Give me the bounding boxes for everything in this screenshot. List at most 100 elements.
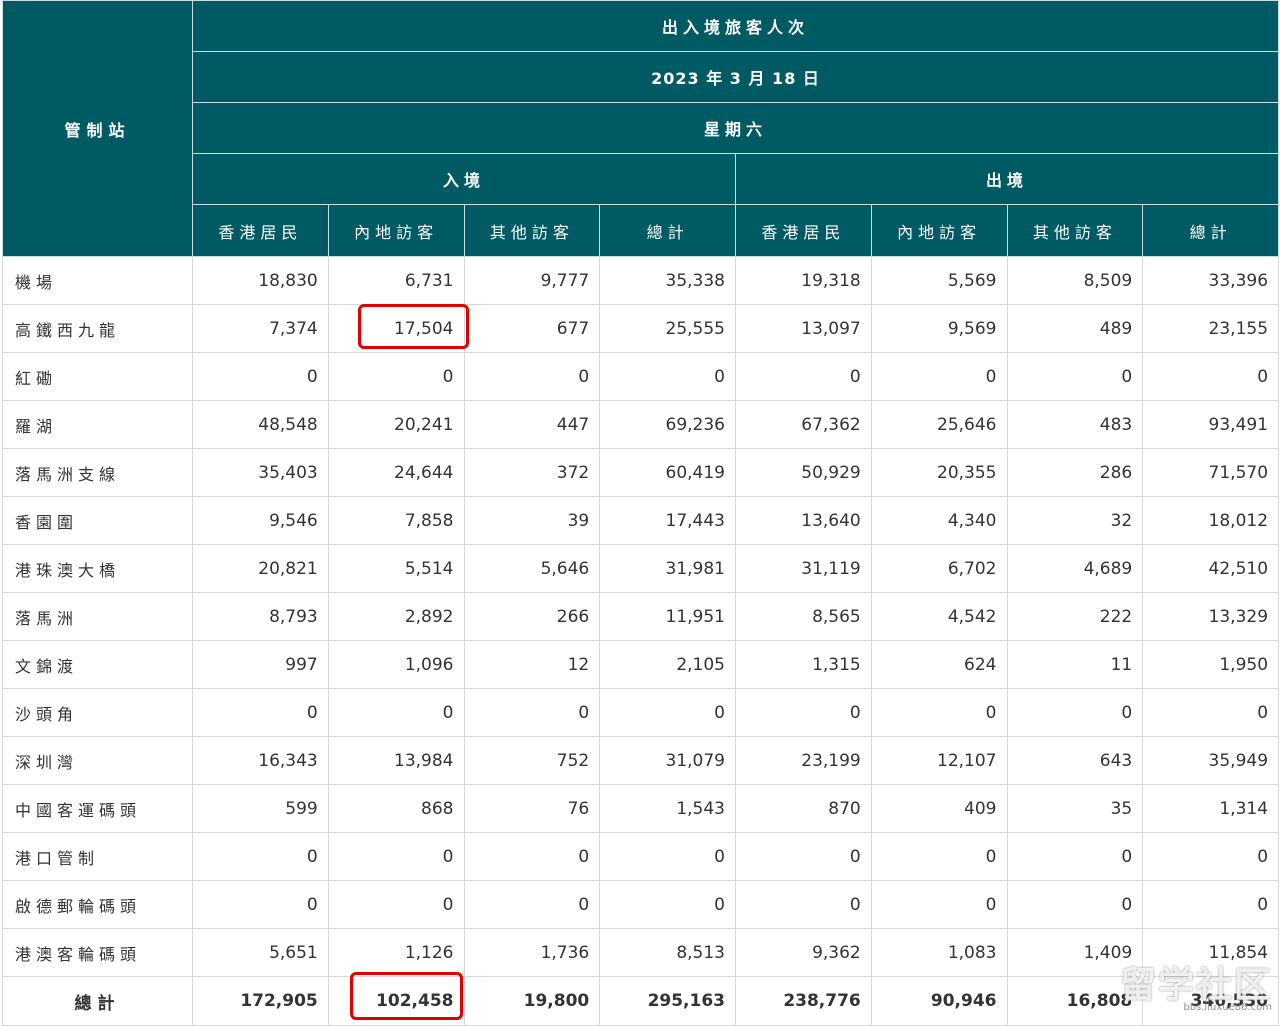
table-cell: 11,854	[1142, 928, 1280, 977]
table-cell: 25,646	[870, 400, 1008, 449]
total-row: 總計 172,905 102,458 19,800 295,163 238,776 90,9…	[2, 976, 1280, 1026]
column-header: 其他訪客	[1006, 204, 1144, 257]
table-cell: 6,731	[327, 256, 465, 305]
table-cell: 4,542	[870, 592, 1008, 641]
table-cell: 624	[870, 640, 1008, 689]
station-name: 港珠澳大橋	[2, 544, 193, 593]
table-cell: 7,374	[192, 304, 329, 353]
table-cell: 8,793	[192, 592, 329, 641]
table-row: 深圳灣 16,343 13,984 752 31,079 23,199 12,107 643 3…	[2, 736, 1280, 785]
table-row: 香園圍 9,546 7,858 39 17,443 13,640 4,340 32 18,012	[2, 496, 1280, 545]
total-cell: 172,905	[192, 976, 329, 1026]
table-cell: 23,199	[735, 736, 872, 785]
table-cell: 11	[1006, 640, 1144, 689]
table-cell: 9,546	[192, 496, 329, 545]
table-cell: 1,736	[463, 928, 601, 977]
table-weekday: 星期六	[191, 102, 1280, 154]
table-cell: 1,543	[599, 784, 736, 833]
station-name: 香園圍	[2, 496, 193, 545]
table-cell: 752	[463, 736, 601, 785]
departure-header: 出境	[734, 153, 1280, 205]
table-cell: 0	[327, 832, 465, 881]
table-cell: 0	[1142, 880, 1280, 929]
table-cell: 0	[870, 832, 1008, 881]
table-cell: 20,821	[192, 544, 329, 593]
table-cell: 0	[327, 880, 465, 929]
table-cell: 266	[463, 592, 601, 641]
table-cell: 39	[463, 496, 601, 545]
table-cell: 1,126	[327, 928, 465, 977]
table-cell: 13,329	[1142, 592, 1280, 641]
station-name: 落馬洲	[2, 592, 193, 641]
total-cell: 90,946	[870, 976, 1008, 1026]
table-cell: 19,318	[735, 256, 872, 305]
arrival-header: 入境	[192, 153, 736, 205]
table-cell: 5,569	[870, 256, 1008, 305]
table-row: 落馬洲支線 35,403 24,644 372 60,419 50,929 20,355 28…	[2, 448, 1280, 497]
table-cell: 12,107	[870, 736, 1008, 785]
table-row: 沙頭角 0 0 0 0 0 0 0 0	[2, 688, 1280, 737]
column-header: 總計	[599, 204, 736, 257]
table-cell: 0	[1142, 832, 1280, 881]
table-cell: 677	[463, 304, 601, 353]
table-cell: 0	[327, 688, 465, 737]
table-cell: 17,443	[599, 496, 736, 545]
total-cell: 16,808	[1006, 976, 1144, 1026]
table-row: 落馬洲 8,793 2,892 266 11,951 8,565 4,542 222 13,32…	[2, 592, 1280, 641]
station-name: 文錦渡	[2, 640, 193, 689]
station-name: 沙頭角	[2, 688, 193, 737]
table-cell: 4,689	[1006, 544, 1144, 593]
table-cell: 8,509	[1006, 256, 1144, 305]
table-cell: 1,950	[1142, 640, 1280, 689]
table-cell: 0	[599, 880, 736, 929]
table-cell: 13,640	[735, 496, 872, 545]
table-cell: 1,083	[870, 928, 1008, 977]
column-header: 香港居民	[735, 204, 872, 257]
station-name: 落馬洲支線	[2, 448, 193, 497]
table-cell: 7,858	[327, 496, 465, 545]
table-cell: 0	[735, 352, 872, 401]
total-cell: 295,163	[599, 976, 736, 1026]
table-cell: 0	[1006, 832, 1144, 881]
table-cell: 868	[327, 784, 465, 833]
station-name: 機場	[2, 256, 193, 305]
table-row: 啟德郵輪碼頭 0 0 0 0 0 0 0 0	[2, 880, 1280, 929]
table-cell: 1,409	[1006, 928, 1144, 977]
table-cell: 0	[1006, 688, 1144, 737]
passenger-traffic-table: 管制站 出入境旅客人次 2023 年 3 月 18 日 星期六 入境 出境 香港…	[2, 0, 1280, 1026]
table-cell: 48,548	[192, 400, 329, 449]
highlight-box-kowloon	[358, 304, 469, 349]
table-cell: 0	[735, 688, 872, 737]
table-date: 2023 年 3 月 18 日	[191, 51, 1280, 103]
table-row: 文錦渡 997 1,096 12 2,105 1,315 624 11 1,950	[2, 640, 1280, 689]
table-cell: 31,079	[599, 736, 736, 785]
table-cell: 997	[192, 640, 329, 689]
table-row: 機場 18,830 6,731 9,777 35,338 19,318 5,569 8,509…	[2, 256, 1280, 305]
table-cell: 0	[463, 880, 601, 929]
table-cell: 409	[870, 784, 1008, 833]
table-cell: 18,830	[192, 256, 329, 305]
table-cell: 0	[1142, 688, 1280, 737]
table-cell: 0	[192, 352, 329, 401]
table-cell: 20,355	[870, 448, 1008, 497]
table-cell: 0	[735, 832, 872, 881]
station-name: 港澳客輪碼頭	[2, 928, 193, 977]
table-cell: 0	[599, 688, 736, 737]
table-cell: 67,362	[735, 400, 872, 449]
table-cell: 18,012	[1142, 496, 1280, 545]
column-header: 其他訪客	[463, 204, 601, 257]
table-cell: 599	[192, 784, 329, 833]
column-header: 內地訪客	[327, 204, 465, 257]
table-cell: 23,155	[1142, 304, 1280, 353]
table-cell: 0	[192, 688, 329, 737]
table-cell: 12	[463, 640, 601, 689]
table-cell: 372	[463, 448, 601, 497]
column-header: 總計	[1142, 204, 1280, 257]
table-cell: 35,338	[599, 256, 736, 305]
table-cell: 2,105	[599, 640, 736, 689]
total-label: 總計	[2, 976, 193, 1026]
table-cell: 50,929	[735, 448, 872, 497]
table-row: 羅湖 48,548 20,241 447 69,236 67,362 25,646 483 93…	[2, 400, 1280, 449]
column-header: 香港居民	[192, 204, 329, 257]
table-cell: 1,096	[327, 640, 465, 689]
